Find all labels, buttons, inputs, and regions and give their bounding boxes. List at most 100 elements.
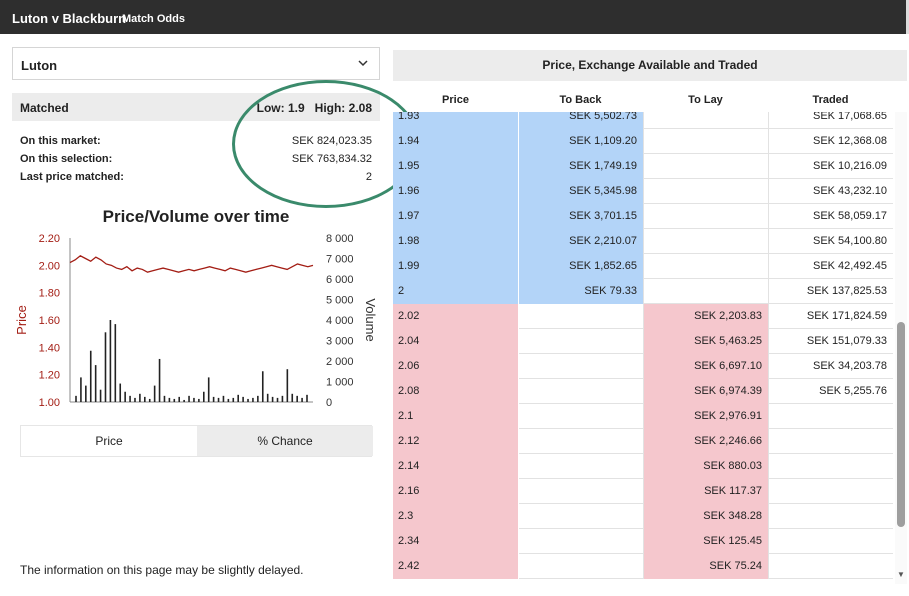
to-back-cell[interactable] [518, 404, 643, 429]
to-lay-cell[interactable]: SEK 75.24 [643, 554, 768, 579]
traded-cell: SEK 42,492.45 [768, 254, 893, 279]
scroll-thumb[interactable] [897, 322, 905, 527]
traded-cell [768, 479, 893, 504]
price-cell: 2.06 [393, 354, 518, 379]
to-lay-cell[interactable] [643, 179, 768, 204]
to-lay-cell[interactable]: SEK 117.37 [643, 479, 768, 504]
runner-select[interactable]: Luton [12, 47, 380, 80]
y2-tick-label: 1 000 [326, 377, 354, 389]
y2-tick-label: 8 000 [326, 233, 354, 245]
traded-cell: SEK 12,368.08 [768, 129, 893, 154]
to-back-cell[interactable] [518, 529, 643, 554]
to-lay-cell[interactable]: SEK 125.45 [643, 529, 768, 554]
to-lay-cell[interactable]: SEK 880.03 [643, 454, 768, 479]
price-cell: 1.95 [393, 154, 518, 179]
ladder-row: 2.3 SEK 348.28 [393, 504, 893, 529]
to-back-cell[interactable] [518, 454, 643, 479]
traded-cell: SEK 43,232.10 [768, 179, 893, 204]
price-cell: 1.99 [393, 254, 518, 279]
traded-cell: SEK 58,059.17 [768, 204, 893, 229]
to-back-cell[interactable]: SEK 1,749.19 [518, 154, 643, 179]
traded-cell: SEK 54,100.80 [768, 229, 893, 254]
scroll-down-icon[interactable]: ▼ [896, 570, 906, 580]
toggle-price[interactable]: Price [21, 426, 197, 456]
price-cell: 1.96 [393, 179, 518, 204]
to-back-cell[interactable]: SEK 79.33 [518, 279, 643, 304]
price-cell: 2.08 [393, 379, 518, 404]
traded-cell [768, 404, 893, 429]
to-lay-cell[interactable]: SEK 5,463.25 [643, 329, 768, 354]
to-lay-cell[interactable] [643, 154, 768, 179]
price-cell: 2.12 [393, 429, 518, 454]
price-cell: 2.42 [393, 554, 518, 579]
ladder-row: 2.08 SEK 6,974.39 SEK 5,255.76 [393, 379, 893, 404]
y-tick-label: 1.60 [39, 315, 60, 327]
price-cell: 2.04 [393, 329, 518, 354]
to-back-cell[interactable]: SEK 1,852.65 [518, 254, 643, 279]
to-back-cell[interactable] [518, 304, 643, 329]
price-cell: 2.1 [393, 404, 518, 429]
to-back-cell[interactable] [518, 354, 643, 379]
to-lay-cell[interactable]: SEK 2,976.91 [643, 404, 768, 429]
toggle-chance[interactable]: % Chance [197, 426, 373, 456]
price-cell: 2.16 [393, 479, 518, 504]
ladder-row: 2.06 SEK 6,697.10 SEK 34,203.78 [393, 354, 893, 379]
to-back-cell[interactable] [518, 504, 643, 529]
matched-label: Matched [20, 101, 69, 115]
to-back-cell[interactable] [518, 429, 643, 454]
stat-label: On this selection: [20, 153, 113, 165]
to-lay-cell[interactable]: SEK 2,246.66 [643, 429, 768, 454]
to-lay-cell[interactable]: SEK 2,203.83 [643, 304, 768, 329]
to-lay-cell[interactable]: SEK 6,697.10 [643, 354, 768, 379]
to-lay-cell[interactable] [643, 229, 768, 254]
to-lay-cell[interactable] [643, 204, 768, 229]
y2-tick-label: 3 000 [326, 336, 354, 348]
price-cell: 2.14 [393, 454, 518, 479]
to-lay-cell[interactable] [643, 112, 768, 129]
delay-disclaimer: The information on this page may be slig… [20, 563, 304, 577]
col-price: Price [442, 94, 469, 106]
ladder-header: Price, Exchange Available and Traded [393, 50, 907, 81]
ladder-row: 2.14 SEK 880.03 [393, 454, 893, 479]
ladder-row: 1.94 SEK 1,109.20 SEK 12,368.08 [393, 129, 893, 154]
y-tick-label: 1.40 [39, 342, 60, 354]
ladder-row: 1.98 SEK 2,210.07 SEK 54,100.80 [393, 229, 893, 254]
to-back-cell[interactable]: SEK 5,345.98 [518, 179, 643, 204]
price-ladder: 1.93 SEK 5,502.73 SEK 17,068.65 1.94 SEK 1,1… [393, 112, 893, 584]
ladder-scrollbar[interactable]: ▼ [895, 112, 907, 584]
to-lay-cell[interactable] [643, 129, 768, 154]
price-cell: 2 [393, 279, 518, 304]
to-lay-cell[interactable] [643, 254, 768, 279]
chart-title: Price/Volume over time [102, 207, 290, 226]
ladder-row: 2.34 SEK 125.45 [393, 529, 893, 554]
y-tick-label: 1.80 [39, 288, 60, 300]
to-back-cell[interactable]: SEK 3,701.15 [518, 204, 643, 229]
y2-tick-label: 5 000 [326, 295, 354, 307]
to-back-cell[interactable]: SEK 2,210.07 [518, 229, 643, 254]
ladder-row: 1.99 SEK 1,852.65 SEK 42,492.45 [393, 254, 893, 279]
y-tick-label: 2.00 [39, 260, 60, 272]
y-tick-label: 2.20 [39, 233, 60, 245]
price-cell: 1.93 [393, 112, 518, 129]
y2-tick-label: 0 [326, 397, 332, 409]
to-back-cell[interactable] [518, 329, 643, 354]
to-back-cell[interactable]: SEK 5,502.73 [518, 112, 643, 129]
traded-cell [768, 504, 893, 529]
traded-cell: SEK 5,255.76 [768, 379, 893, 404]
traded-cell: SEK 137,825.53 [768, 279, 893, 304]
traded-cell: SEK 34,203.78 [768, 354, 893, 379]
to-lay-cell[interactable]: SEK 6,974.39 [643, 379, 768, 404]
to-back-cell[interactable] [518, 379, 643, 404]
to-back-cell[interactable] [518, 479, 643, 504]
ladder-row: 2.12 SEK 2,246.66 [393, 429, 893, 454]
ladder-row: 2.16 SEK 117.37 [393, 479, 893, 504]
ladder-row: 2.02 SEK 2,203.83 SEK 171,824.59 [393, 304, 893, 329]
annotation-circle [232, 80, 420, 208]
to-back-cell[interactable]: SEK 1,109.20 [518, 129, 643, 154]
to-lay-cell[interactable]: SEK 348.28 [643, 504, 768, 529]
to-lay-cell[interactable] [643, 279, 768, 304]
col-to-lay: To Lay [688, 94, 723, 106]
to-back-cell[interactable] [518, 554, 643, 579]
ladder-row: 2.42 SEK 75.24 [393, 554, 893, 579]
traded-cell [768, 529, 893, 554]
